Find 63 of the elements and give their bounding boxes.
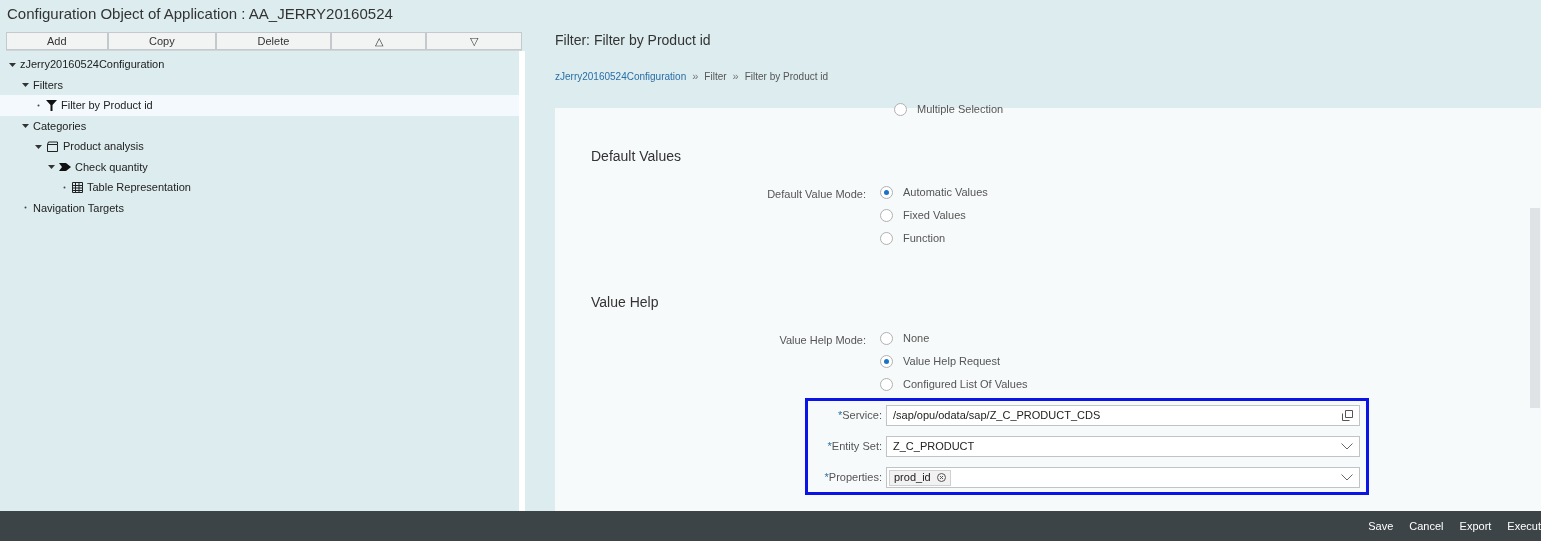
folder-icon: [46, 140, 59, 152]
chevron-down-icon[interactable]: [1341, 474, 1353, 481]
field-label: Value Help Mode:: [778, 333, 867, 348]
footer-button[interactable]: Export: [1459, 517, 1492, 535]
table-icon: [72, 181, 83, 193]
breadcrumb-separator: »: [732, 68, 739, 84]
toolbar-button[interactable]: Delete: [216, 32, 331, 50]
tree-item[interactable]: Filter by Product id: [0, 95, 519, 116]
copy-icon[interactable]: [1342, 410, 1353, 421]
tree-item[interactable]: Navigation Targets: [0, 197, 519, 218]
radio-label: Fixed Values: [903, 208, 966, 224]
input-field[interactable]: prod_id: [886, 467, 1360, 488]
radio-label: Value Help Request: [903, 354, 1001, 370]
section-title: Value Help: [591, 293, 660, 312]
filter-icon: [46, 99, 57, 111]
footer-button[interactable]: Cancel: [1409, 517, 1444, 535]
caret-icon[interactable]: [35, 142, 42, 150]
remove-icon[interactable]: [936, 473, 946, 482]
radio-button[interactable]: [880, 355, 893, 368]
radio-label: Configured List Of Values: [903, 377, 1028, 393]
breadcrumb-link[interactable]: zJerry20160524Configuration: [555, 68, 687, 84]
tree-item[interactable]: zJerry20160524Configuration: [0, 54, 519, 75]
tree-item[interactable]: Product analysis: [0, 136, 519, 157]
footer-button[interactable]: Save: [1368, 517, 1394, 535]
radio-button[interactable]: [894, 103, 907, 116]
field-label: *Properties:: [823, 470, 883, 486]
scrollbar[interactable]: [519, 51, 525, 511]
tree-item[interactable]: Check quantity: [0, 156, 519, 177]
breadcrumb-separator: »: [692, 68, 699, 84]
window-title: Configuration Object of Application : AA_JERRY20160524: [6, 4, 394, 24]
toolbar-button[interactable]: Add: [6, 32, 108, 50]
chevron-down-icon[interactable]: [1341, 443, 1353, 450]
input-field[interactable]: /sap/opu/odata/sap/Z_C_PRODUCT_CDS: [886, 405, 1360, 426]
field-label: *Service:: [836, 408, 883, 424]
field-label: Default Value Mode:: [766, 187, 867, 202]
radio-label: Automatic Values: [903, 185, 988, 201]
radio-label: None: [903, 331, 930, 347]
breadcrumb-item: Filter by Product id: [744, 69, 829, 84]
toolbar-button[interactable]: ▽: [426, 32, 522, 50]
caret-icon[interactable]: [48, 163, 55, 171]
footer-button[interactable]: Execut: [1507, 517, 1541, 535]
token[interactable]: prod_id: [889, 469, 951, 486]
caret-icon[interactable]: [22, 122, 29, 130]
toolbar-button[interactable]: △: [330, 32, 427, 50]
breadcrumb-item: Filter: [704, 69, 727, 84]
dropdown-field[interactable]: Z_C_PRODUCT: [886, 436, 1360, 457]
caret-icon[interactable]: [22, 81, 29, 89]
radio-button[interactable]: [880, 232, 893, 245]
chevron-icon: [59, 162, 71, 171]
tree-item[interactable]: Filters: [0, 74, 519, 95]
field-label: *Entity Set:: [826, 439, 883, 455]
tree-item[interactable]: Categories: [0, 115, 519, 136]
radio-button[interactable]: [880, 332, 893, 345]
radio-button[interactable]: [880, 186, 893, 199]
caret-icon[interactable]: [9, 60, 16, 68]
radio-button[interactable]: [880, 209, 893, 222]
tree-item[interactable]: Table Representation: [0, 177, 519, 198]
toolbar-button[interactable]: Copy: [107, 32, 217, 50]
section-title: Default Values: [591, 147, 682, 166]
radio-label: Function: [903, 231, 946, 247]
detail-title: Filter: Filter by Product id: [555, 31, 712, 50]
radio-label: Multiple Selection: [917, 102, 1004, 118]
radio-button[interactable]: [880, 378, 893, 391]
